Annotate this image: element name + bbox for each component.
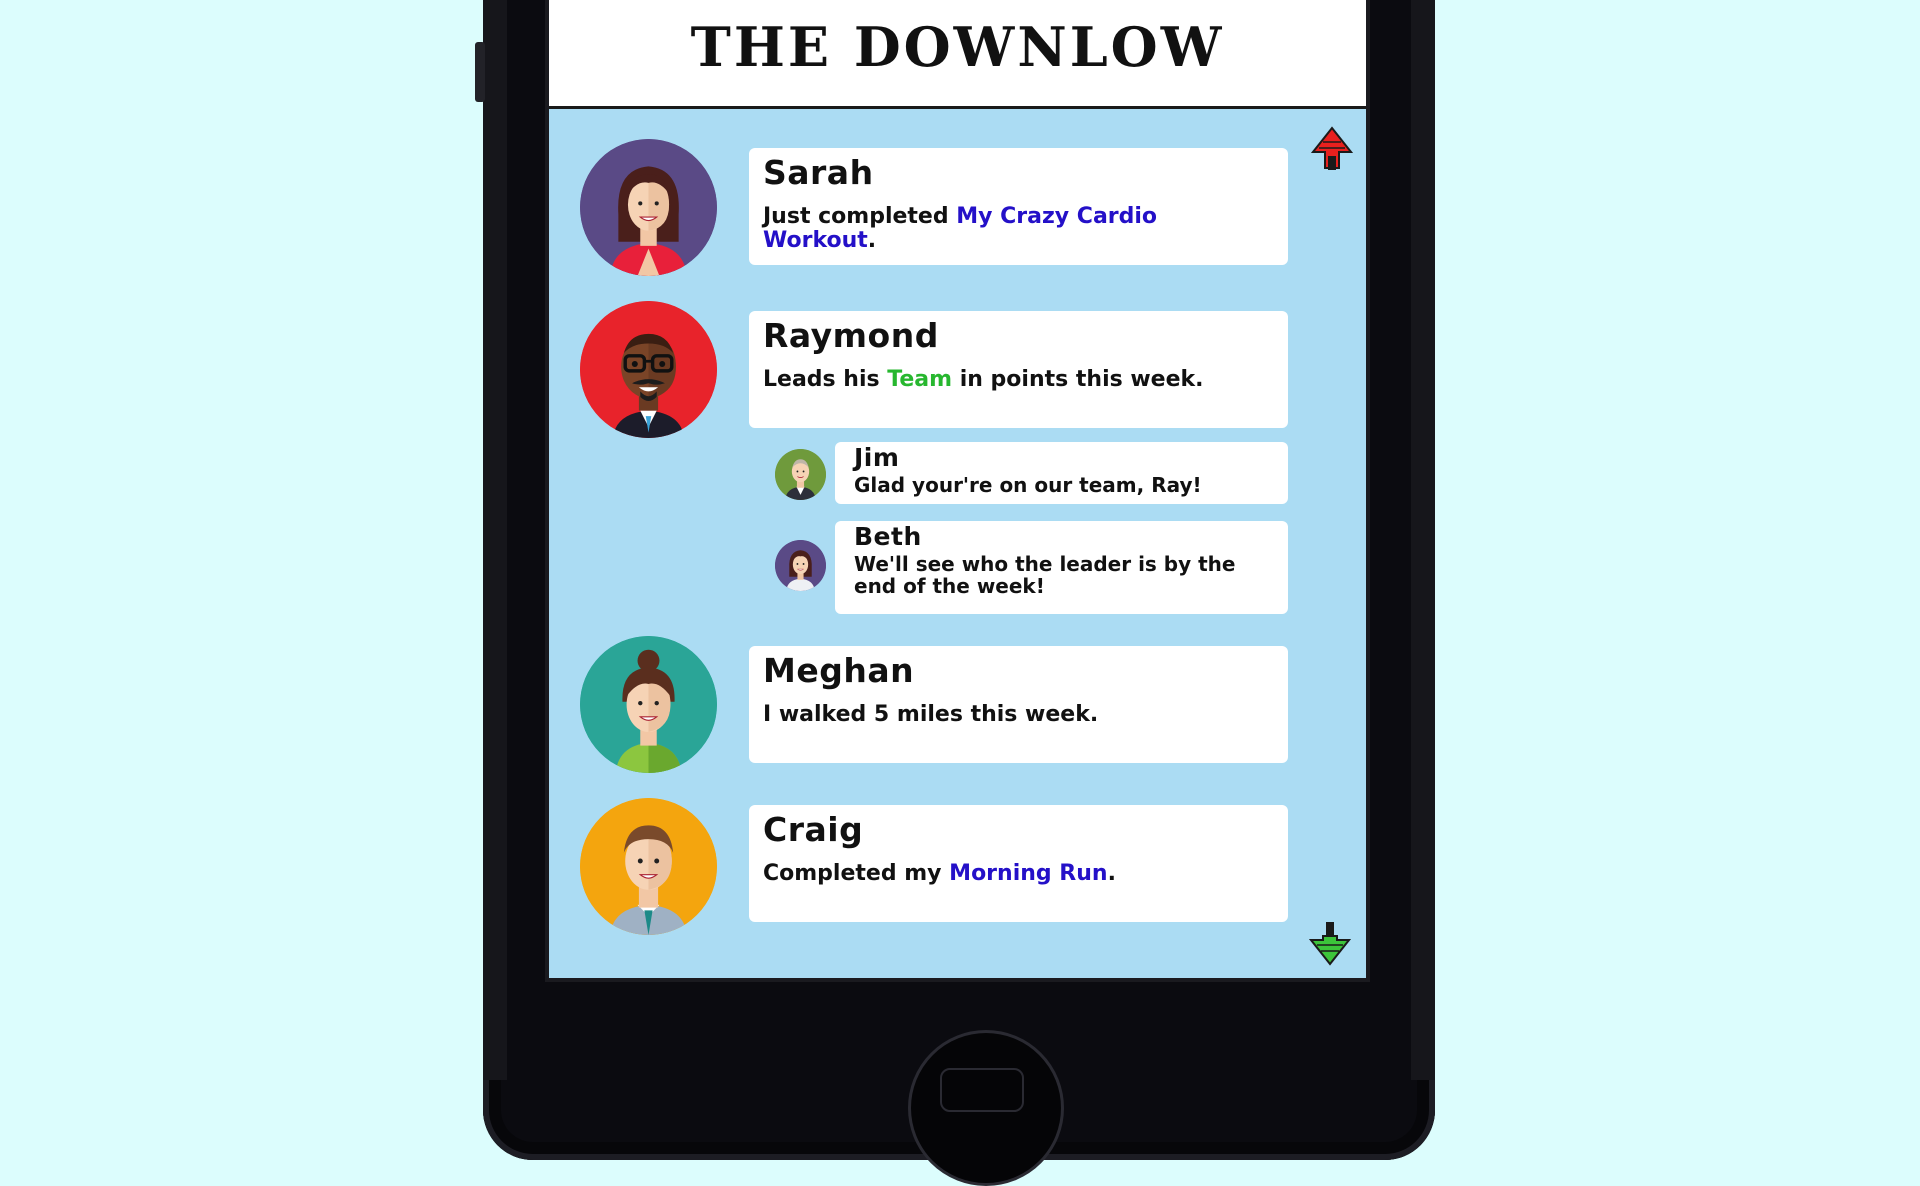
comment-author: Beth [854, 522, 922, 551]
man-glasses-avatar-icon [580, 301, 717, 438]
avatar-jim[interactable] [775, 449, 826, 500]
post-text: Leads his Team in points this week. [763, 367, 1204, 392]
post-author: Meghan [763, 651, 915, 690]
app-screen: THE DOWNLOW Sarah Just completed My Craz… [545, 0, 1370, 982]
avatar-meghan[interactable] [580, 636, 717, 773]
post-card-sarah: Sarah Just completed My Crazy Cardio Wor… [749, 148, 1288, 265]
woman-avatar-icon [775, 540, 826, 591]
post-author: Raymond [763, 316, 939, 355]
scroll-up-button[interactable] [1310, 126, 1354, 172]
home-button-square-icon [940, 1068, 1024, 1112]
post-text: Just completed My Crazy Cardio Workout. [763, 204, 1158, 254]
comment-author: Jim [854, 443, 900, 472]
post-author: Craig [763, 810, 864, 849]
arrow-up-icon [1310, 126, 1354, 170]
woman-avatar-icon [580, 139, 717, 276]
post-card-meghan: Meghan I walked 5 miles this week. [749, 646, 1288, 763]
phone-edge-left [483, 0, 507, 1080]
woman-bun-avatar-icon [580, 636, 717, 773]
workout-link[interactable]: Morning Run [949, 861, 1107, 886]
comment-card-beth: Beth We'll see who the leader is by the … [835, 521, 1288, 614]
app-title: THE DOWNLOW [690, 15, 1225, 79]
scroll-down-button[interactable] [1308, 920, 1352, 966]
post-text: I walked 5 miles this week. [763, 702, 1099, 727]
avatar-raymond[interactable] [580, 301, 717, 438]
avatar-sarah[interactable] [580, 139, 717, 276]
team-link[interactable]: Team [887, 367, 952, 392]
post-card-craig: Craig Completed my Morning Run. [749, 805, 1288, 922]
app-header: THE DOWNLOW [549, 0, 1366, 109]
post-text: Completed my Morning Run. [763, 861, 1116, 886]
avatar-craig[interactable] [580, 798, 717, 935]
post-card-raymond: Raymond Leads his Team in points this we… [749, 311, 1288, 428]
comment-text: Glad your're on our team, Ray! [854, 473, 1202, 497]
avatar-beth[interactable] [775, 540, 826, 591]
man-tie-avatar-icon [580, 798, 717, 935]
phone-side-button [475, 42, 485, 102]
man-suit-avatar-icon [775, 449, 826, 500]
post-author: Sarah [763, 153, 874, 192]
arrow-down-icon [1308, 922, 1352, 966]
comment-card-jim: Jim Glad your're on our team, Ray! [835, 442, 1288, 504]
phone-edge-right [1411, 0, 1435, 1080]
comment-text: We'll see who the leader is by the end o… [854, 552, 1236, 599]
